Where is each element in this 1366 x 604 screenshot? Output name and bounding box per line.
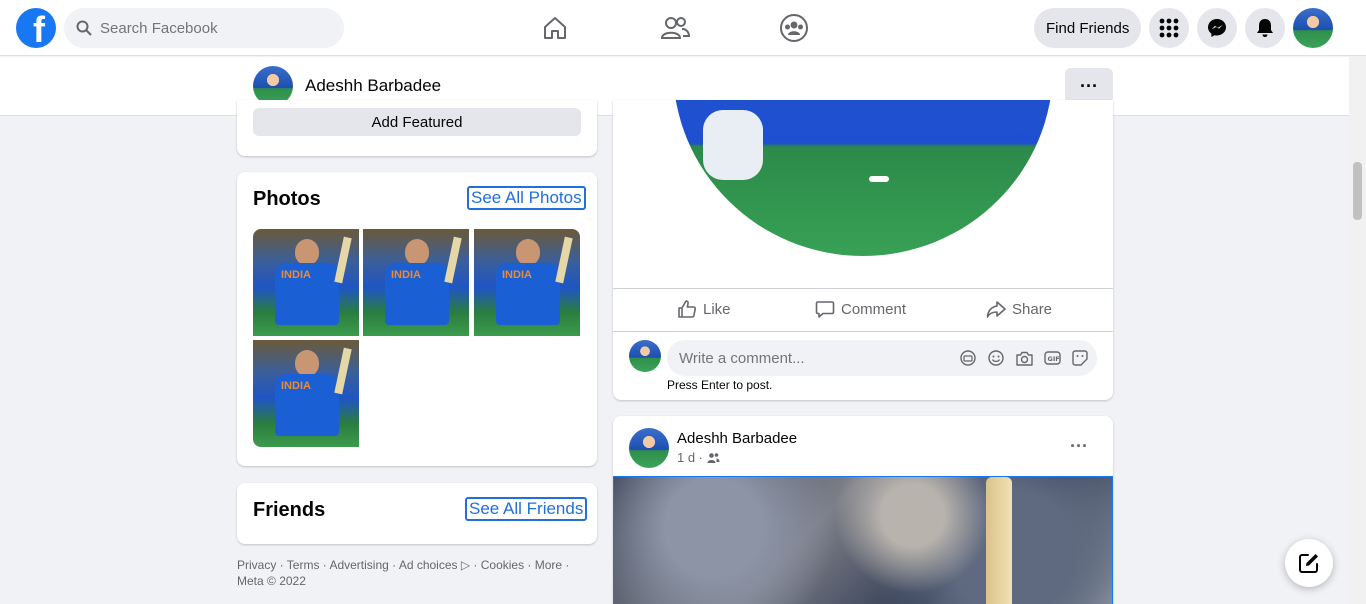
post-timestamp[interactable]: 1 d · — [677, 450, 703, 465]
profile-name[interactable]: Adeshh Barbadee — [305, 76, 441, 96]
notifications-bell-icon[interactable] — [1245, 8, 1285, 48]
home-icon[interactable] — [539, 12, 571, 44]
post-action-bar: Like Comment Share — [613, 288, 1113, 332]
camera-icon[interactable] — [1015, 349, 1033, 367]
post-profile-image[interactable] — [673, 100, 1053, 256]
share-label: Share — [1012, 300, 1053, 318]
search-bar[interactable] — [64, 8, 344, 48]
photo-thumbnail[interactable]: INDIA — [253, 340, 359, 447]
featured-card: Add Featured — [237, 100, 597, 156]
post-options-button[interactable]: ··· — [1061, 432, 1097, 460]
groups-icon[interactable] — [778, 12, 810, 44]
like-label: Like — [703, 300, 731, 318]
post-author-name[interactable]: Adeshh Barbadee — [677, 430, 797, 447]
emoji-icon[interactable] — [987, 349, 1005, 367]
comment-input[interactable] — [679, 349, 949, 367]
friends-icon[interactable] — [659, 12, 691, 44]
profile-more-button[interactable]: ··· — [1065, 68, 1113, 104]
search-input[interactable] — [100, 19, 320, 37]
page-scrollbar[interactable] — [1349, 56, 1366, 604]
svg-text:GIF: GIF — [1047, 355, 1059, 363]
photo-thumbnail[interactable]: INDIA — [363, 229, 469, 336]
facebook-logo[interactable]: f — [16, 8, 56, 48]
comment-label: Comment — [841, 300, 907, 318]
menu-grid-icon[interactable] — [1149, 8, 1189, 48]
like-icon — [678, 300, 697, 318]
account-avatar[interactable] — [1293, 8, 1333, 48]
sticker-icon[interactable] — [1071, 349, 1089, 367]
photos-title: Photos — [253, 188, 321, 210]
photo-jersey-text: INDIA — [502, 269, 532, 281]
post-card: Adeshh Barbadee 1 d · ··· — [613, 416, 1113, 604]
avatar-sticker-icon[interactable] — [959, 349, 977, 367]
find-friends-button[interactable]: Find Friends — [1034, 8, 1142, 48]
like-button[interactable]: Like — [677, 299, 731, 319]
messenger-icon[interactable] — [1197, 8, 1237, 48]
search-icon — [76, 20, 92, 36]
gif-icon[interactable]: GIF — [1043, 349, 1061, 367]
compose-icon — [1299, 554, 1318, 573]
comment-icon — [815, 301, 835, 318]
photo-thumbnail[interactable]: INDIA — [253, 229, 359, 336]
photos-card: Photos See All Photos INDIA INDIA INDIA … — [237, 172, 597, 466]
see-all-friends-link[interactable]: See All Friends — [465, 497, 588, 521]
add-featured-button[interactable]: Add Featured — [253, 108, 581, 136]
footer-links: Privacy · Terms · Advertising · Ad choic… — [237, 557, 597, 589]
photo-jersey-text: INDIA — [281, 380, 311, 392]
friends-audience-icon[interactable] — [707, 452, 720, 464]
comment-composer: GIF — [629, 340, 1097, 376]
share-icon — [986, 301, 1006, 318]
photo-jersey-text: INDIA — [281, 269, 311, 281]
friends-title: Friends — [253, 499, 326, 521]
photo-thumbnail[interactable]: INDIA — [474, 229, 580, 336]
new-message-button[interactable] — [1285, 539, 1333, 587]
comment-button[interactable]: Comment — [815, 299, 906, 319]
photo-jersey-text: INDIA — [391, 269, 421, 281]
friends-card: Friends See All Friends — [237, 483, 597, 544]
post-meta: 1 d · — [677, 450, 720, 465]
share-button[interactable]: Share — [986, 299, 1052, 319]
post-author-avatar[interactable] — [629, 428, 669, 468]
top-navbar: f Find Friends — [0, 0, 1366, 56]
commenter-avatar[interactable] — [629, 340, 661, 372]
footer-link-list[interactable]: Privacy · Terms · Advertising · Ad choic… — [237, 557, 597, 573]
see-all-photos-link[interactable]: See All Photos — [467, 186, 586, 210]
scrollbar-thumb[interactable] — [1353, 162, 1362, 220]
copyright: Meta © 2022 — [237, 574, 306, 588]
post-card: Like Comment Share GIF Press Enter to po… — [613, 100, 1113, 400]
post-image[interactable] — [613, 476, 1113, 604]
press-enter-hint: Press Enter to post. — [667, 378, 773, 392]
comment-input-wrapper[interactable]: GIF — [667, 340, 1097, 376]
